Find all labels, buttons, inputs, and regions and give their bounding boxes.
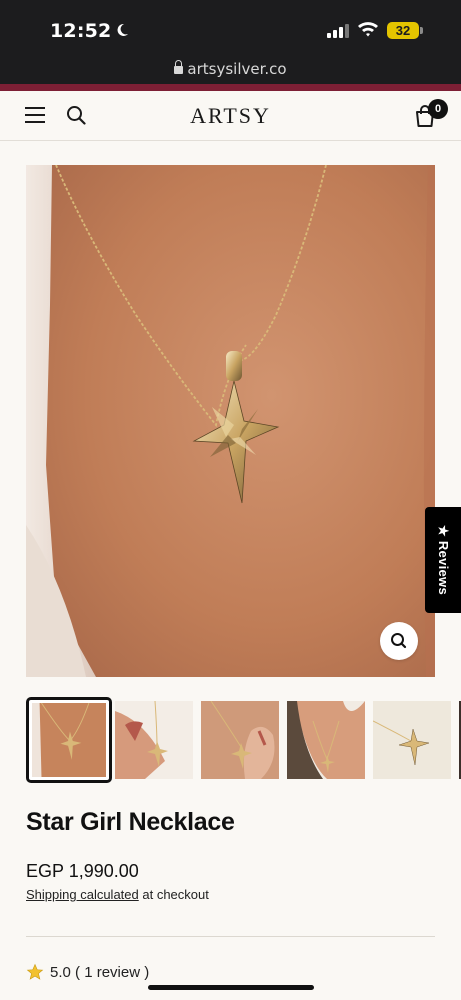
thumbnail-3[interactable] [201,701,279,779]
status-bar: 12:52 32 artsysilver.co [0,0,461,84]
review-count: ( 1 review ) [75,964,150,981]
url-text: artsysilver.co [187,60,287,78]
product-title: Star Girl Necklace [26,808,235,836]
announcement-strip [0,84,461,91]
reviews-side-tab[interactable]: ★ Reviews [425,507,461,613]
battery-tip [420,27,423,34]
moon-icon [115,20,129,42]
zoom-button[interactable] [380,622,418,660]
battery-indicator: 32 [387,22,419,39]
brand-logo[interactable]: ARTSY [0,103,461,129]
cell-signal-icon [327,24,349,38]
thumbnail-strip [0,697,461,783]
status-time: 12:52 [50,20,129,42]
thumbnail-4[interactable] [287,701,365,779]
shipping-suffix: at checkout [138,887,209,902]
home-indicator [148,985,314,990]
divider [26,936,435,937]
lock-icon [174,60,184,74]
thumbnail-5[interactable] [373,701,451,779]
reviews-tab-label: ★ Reviews [436,525,451,595]
necklace-photo [26,165,435,677]
shipping-note: Shipping calculated at checkout [26,887,209,902]
cart-count-badge[interactable]: 0 [428,99,448,119]
product-rating[interactable]: 5.0 ( 1 review ) [26,963,149,985]
site-header: ARTSY 0 [0,91,461,141]
product-main-image[interactable] [26,165,435,677]
thumbnail-2[interactable] [115,701,193,779]
rating-value: 5.0 [50,964,71,981]
product-price: EGP 1,990.00 [26,861,139,881]
zoom-icon [391,633,407,649]
thumbnail-1[interactable] [26,697,112,783]
star-icon [26,963,44,985]
url-bar[interactable]: artsysilver.co [0,60,461,78]
shipping-link[interactable]: Shipping calculated [26,887,139,902]
wifi-icon [357,20,379,43]
